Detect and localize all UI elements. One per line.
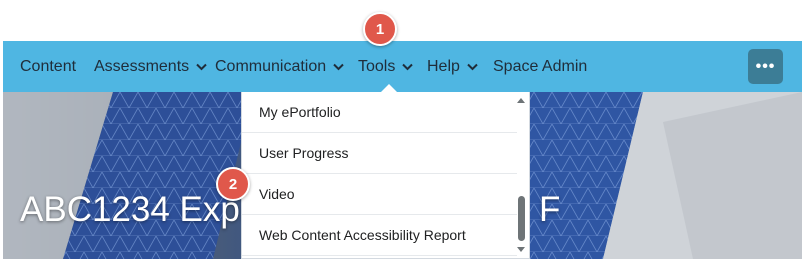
nav-space-admin[interactable]: Space Admin [493, 41, 587, 92]
callout-number: 1 [375, 20, 385, 38]
scrollbar-thumb[interactable] [518, 196, 525, 241]
ellipsis-icon: ••• [755, 57, 776, 75]
menu-item-my-eportfolio[interactable]: My ePortfolio [242, 92, 517, 133]
nav-assessments[interactable]: Assessments [94, 41, 207, 92]
nav-assessments-label: Assessments [94, 57, 190, 75]
callout-badge-2: 2 [216, 167, 250, 201]
nav-space-admin-label: Space Admin [493, 57, 588, 75]
tools-dropdown-menu: My ePortfolio User Progress Video Web Co… [241, 92, 530, 259]
dropdown-caret [381, 84, 397, 92]
nav-content-label: Content [20, 57, 77, 75]
nav-help-label: Help [427, 57, 460, 75]
menu-item-label: User Progress [259, 145, 349, 161]
menu-item-video[interactable]: Video [242, 174, 517, 215]
nav-help[interactable]: Help [427, 41, 478, 92]
menu-item-web-content-accessibility-report[interactable]: Web Content Accessibility Report [242, 215, 517, 256]
more-options-button[interactable]: ••• [748, 49, 783, 84]
menu-item-label: Web Content Accessibility Report [259, 227, 466, 243]
menu-item-label: Video [259, 186, 295, 202]
chevron-down-icon [402, 63, 414, 70]
nav-tools-label: Tools [358, 57, 396, 75]
chevron-down-icon [196, 63, 207, 70]
callout-badge-1: 1 [363, 12, 397, 46]
menu-item-user-progress[interactable]: User Progress [242, 133, 517, 174]
chevron-down-icon [333, 63, 344, 70]
scroll-up-arrow-icon[interactable] [517, 98, 525, 103]
menu-item-label: My ePortfolio [259, 104, 341, 120]
nav-communication[interactable]: Communication [215, 41, 344, 92]
course-navbar: Content Assessments Communication Tools … [3, 41, 802, 92]
nav-content[interactable]: Content [20, 41, 76, 92]
course-title-tail: F [539, 190, 561, 229]
nav-communication-label: Communication [215, 57, 327, 75]
scroll-down-arrow-icon[interactable] [517, 247, 525, 252]
chevron-down-icon [467, 63, 478, 70]
callout-number: 2 [228, 175, 238, 193]
